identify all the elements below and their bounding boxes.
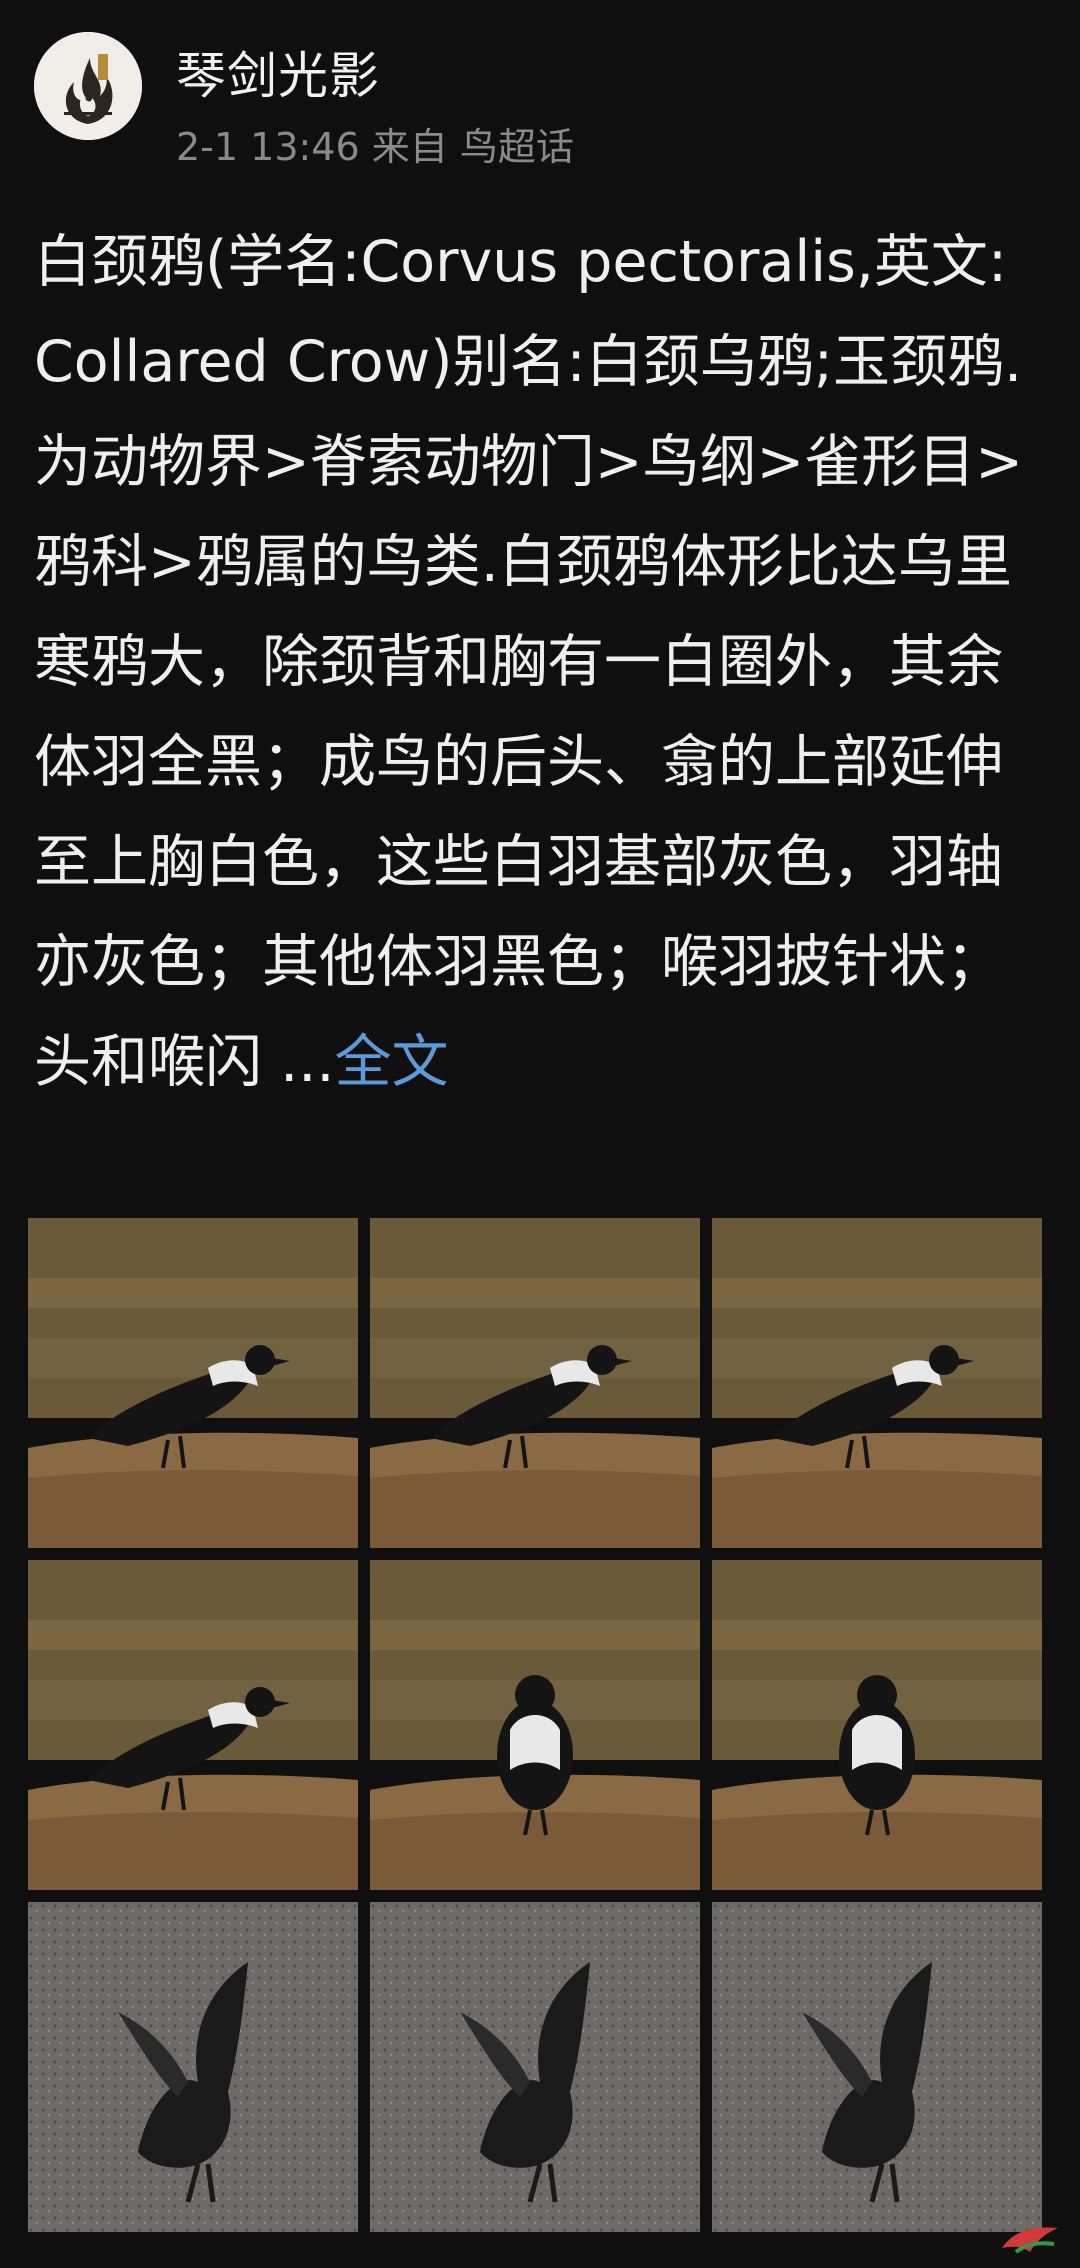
photo-6[interactable] xyxy=(712,1560,1042,1890)
crow-photo-image xyxy=(370,1902,700,2232)
crow-photo-image xyxy=(712,1902,1042,2232)
photo-1[interactable] xyxy=(28,1218,358,1548)
avatar[interactable] xyxy=(34,32,142,140)
photo-8[interactable] xyxy=(370,1902,700,2232)
post-meta: 2-1 13:46 来自 鸟超话 xyxy=(176,116,574,171)
photo-3[interactable] xyxy=(712,1218,1042,1548)
bird-watermark-icon xyxy=(1002,2227,1058,2254)
photo-2[interactable] xyxy=(370,1218,700,1548)
post-time: 2-1 13:46 xyxy=(176,125,360,169)
post-body: 白颈鸦(学名:Corvus pectoralis,英文:Collared Cro… xyxy=(34,229,1024,1095)
post-header: 琴剑光影 2-1 13:46 来自 鸟超话 xyxy=(34,30,1044,169)
source-link[interactable]: 鸟超话 xyxy=(460,125,574,169)
photo-grid xyxy=(28,1218,1042,2232)
crow-photo-image xyxy=(28,1560,358,1890)
photo-5[interactable] xyxy=(370,1560,700,1890)
photo-9[interactable] xyxy=(712,1902,1042,2232)
read-more-link[interactable]: 全文 xyxy=(334,1029,448,1095)
username[interactable]: 琴剑光影 xyxy=(176,36,380,108)
crow-photo-image xyxy=(28,1218,358,1548)
source-prefix: 来自 xyxy=(371,125,448,169)
ellipsis: ... xyxy=(262,1029,335,1095)
crow-photo-image xyxy=(370,1218,700,1548)
crow-photo-image xyxy=(28,1902,358,2232)
post-text: 白颈鸦(学名:Corvus pectoralis,英文:Collared Cro… xyxy=(34,212,1046,1112)
photo-7[interactable] xyxy=(28,1902,358,2232)
flame-logo-icon xyxy=(34,32,142,140)
photo-4[interactable] xyxy=(28,1560,358,1890)
crow-photo-image xyxy=(712,1560,1042,1890)
crow-photo-image xyxy=(712,1218,1042,1548)
crow-photo-image xyxy=(370,1560,700,1890)
